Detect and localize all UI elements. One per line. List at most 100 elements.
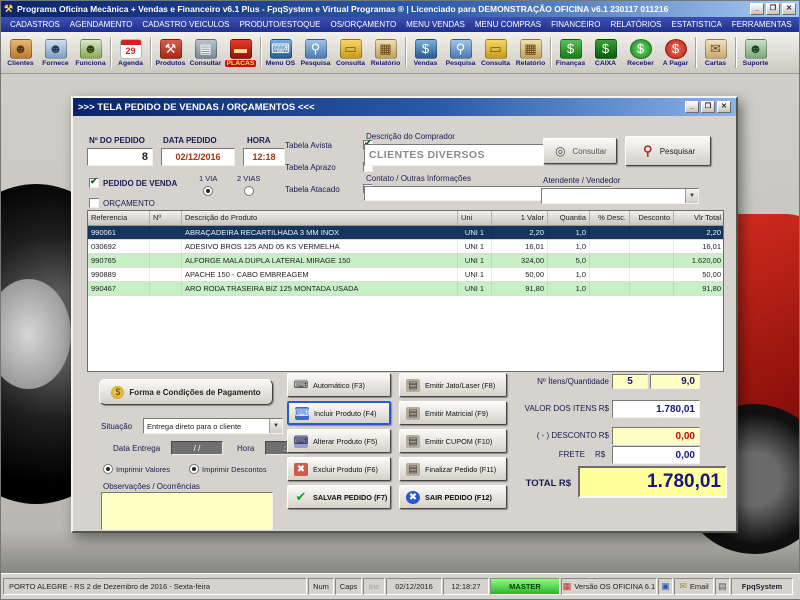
order-time-field[interactable]: 12:18 bbox=[243, 148, 285, 166]
toolbar-button-clientes-0[interactable]: ☻ Clientes bbox=[3, 33, 38, 72]
situacao-dropdown[interactable]: Entrega direto para o cliente ▼ bbox=[143, 418, 283, 434]
grid-column-header-quantia[interactable]: Quantia bbox=[548, 211, 590, 225]
tabela-atacado-checkbox[interactable]: Tabela Atacado bbox=[285, 184, 373, 194]
button-emitir-matricial-f9[interactable]: ▤ Emitir Matricial (F9) bbox=[399, 401, 507, 425]
toolbar-button-a-pagar-18[interactable]: $ A Pagar bbox=[658, 33, 693, 72]
orcamento-checkbox[interactable]: ORÇAMENTO bbox=[89, 198, 155, 208]
button-excluir-produto-f6[interactable]: ✖ Excluir Produto (F6) bbox=[287, 457, 391, 481]
status-monitor-icon: ▣ bbox=[658, 578, 673, 595]
via2-radio[interactable]: 2 VIAS bbox=[237, 174, 260, 196]
maximize-icon[interactable]: ❐ bbox=[701, 101, 715, 113]
toolbar-button-suporte-20[interactable]: ☻ Suporte bbox=[738, 33, 773, 72]
toolbar-button-pesquisa-12[interactable]: ⚲ Pesquisa bbox=[443, 33, 478, 72]
toolbar-button-finan-as-15[interactable]: $ Finanças bbox=[553, 33, 588, 72]
button-emitir-cupom-f10[interactable]: ▤ Emitir CUPOM (F10) bbox=[399, 429, 507, 453]
menu-item-estatistica[interactable]: ESTATISTICA bbox=[666, 20, 726, 29]
pedido-venda-checkbox[interactable]: PEDIDO DE VENDA bbox=[89, 176, 177, 188]
table-row[interactable]: 990765 ALFORGE MALA DUPLA LATERAL MIRAGE … bbox=[88, 254, 723, 268]
toolbar-button-caixa-16[interactable]: $ CAIXA bbox=[588, 33, 623, 72]
observacoes-textarea[interactable] bbox=[101, 492, 273, 530]
menu-item-financeiro[interactable]: FINANCEIRO bbox=[546, 20, 605, 29]
toolbar-button-consulta-13[interactable]: ▭ Consulta bbox=[478, 33, 513, 72]
menu-item-menu-vendas[interactable]: MENU VENDAS bbox=[401, 20, 470, 29]
status-email[interactable]: ✉ Email bbox=[674, 578, 714, 595]
grid-column-header-vlr-total[interactable]: Vlr Total bbox=[674, 211, 723, 225]
order-date-field[interactable]: 02/12/2016 bbox=[161, 148, 235, 166]
grid-column-header-n[interactable]: Nº bbox=[150, 211, 182, 225]
data-entrega-field[interactable]: / / bbox=[171, 441, 223, 455]
cell-pdesc bbox=[590, 268, 630, 281]
menu-item-relat-rios[interactable]: RELATÓRIOS bbox=[605, 20, 666, 29]
order-number-field[interactable]: 8 bbox=[87, 148, 153, 166]
toolbar-button-consulta-9[interactable]: ▭ Consulta bbox=[333, 33, 368, 72]
grid-column-header-desconto[interactable]: Desconto bbox=[630, 211, 674, 225]
menu-item-cadastro-veiculos[interactable]: CADASTRO VEICULOS bbox=[137, 20, 234, 29]
buyer-field[interactable]: CLIENTES DIVERSOS bbox=[364, 144, 544, 166]
toolbar-button-relat-rio-14[interactable]: ▦ Relatório bbox=[513, 33, 548, 72]
background-floor-shadow bbox=[1, 530, 799, 575]
pesquisar-button[interactable]: ⚲ Pesquisar bbox=[625, 136, 711, 166]
frete-label: FRETE bbox=[558, 450, 585, 459]
cell-desc: ABRAÇADEIRA RECARTILHADA 3 MM INOX bbox=[182, 226, 458, 239]
button-salvar-pedido-f7[interactable]: ✔ SALVAR PEDIDO (F7) bbox=[287, 485, 391, 509]
button-autom-tico-f3[interactable]: ⌨ Automático (F3) bbox=[287, 373, 391, 397]
maximize-icon[interactable]: ❐ bbox=[766, 3, 780, 15]
tabela-aprazo-checkbox[interactable]: Tabela Aprazo bbox=[285, 162, 373, 172]
toolbar-button-cartas-19[interactable]: ✉ Cartas bbox=[698, 33, 733, 72]
button-finalizar-pedido-f11[interactable]: ▤ Finalizar Pedido (F11) bbox=[399, 457, 507, 481]
grid-column-header-desc[interactable]: % Desc. bbox=[590, 211, 630, 225]
via2-label: 2 VIAS bbox=[237, 174, 261, 183]
chevron-down-icon[interactable]: ▼ bbox=[685, 189, 698, 203]
close-icon[interactable]: ✕ bbox=[782, 3, 796, 15]
grid-column-header-descri-o-do-produto[interactable]: Descrição do Produto bbox=[182, 211, 458, 225]
tabela-avista-checkbox[interactable]: Tabela Avista bbox=[285, 138, 373, 150]
close-icon[interactable]: ✕ bbox=[717, 101, 731, 113]
table-row[interactable]: 030692 ADESIVO BROS 125 AND 05 KS VERMELH… bbox=[88, 240, 723, 254]
imprimir-descontos-radio[interactable]: Imprimir Descontos bbox=[189, 464, 267, 474]
menu-item-ferramentas[interactable]: FERRAMENTAS bbox=[727, 20, 797, 29]
toolbar-button-consultar-5[interactable]: ▤ Consultar bbox=[188, 33, 223, 72]
toolbar-button-pesquisa-8[interactable]: ⚲ Pesquisa bbox=[298, 33, 333, 72]
grid-column-header-1-valor[interactable]: 1 Valor bbox=[492, 211, 548, 225]
toolbar-button-produtos-4[interactable]: ⚒ Produtos bbox=[153, 33, 188, 72]
toolbar-button-relat-rio-10[interactable]: ▦ Relatório bbox=[368, 33, 403, 72]
quantidade-field: 9,0 bbox=[650, 374, 700, 389]
consultar-button[interactable]: ◎ Consultar bbox=[543, 138, 617, 164]
via1-radio[interactable]: 1 VIA bbox=[199, 174, 217, 196]
toolbar-button-menu-os-7[interactable]: ⌨ Menu OS bbox=[263, 33, 298, 72]
toolbar-button-fornece-1[interactable]: ☻ Fornece bbox=[38, 33, 73, 72]
button-incluir-produto-f4[interactable]: ⌨ Incluir Produto (F4) bbox=[287, 401, 391, 425]
valor-itens-field: 1.780,01 bbox=[612, 400, 700, 418]
desconto-field[interactable]: 0,00 bbox=[612, 427, 700, 445]
button-sair-pedido-f12[interactable]: ✖ SAIR PEDIDO (F12) bbox=[399, 485, 507, 509]
toolbar-button-placas-6[interactable]: ▬ PLACAS bbox=[223, 33, 258, 72]
menu-item-ajuda[interactable]: AJUDA bbox=[797, 20, 800, 29]
table-row[interactable]: 990061 ABRAÇADEIRA RECARTILHADA 3 MM INOX… bbox=[88, 226, 723, 240]
grid-column-header-referencia[interactable]: Referencia bbox=[88, 211, 150, 225]
minimize-icon[interactable]: _ bbox=[750, 3, 764, 15]
table-row[interactable]: 990467 ARO RODA TRASEIRA BIZ 125 MONTADA … bbox=[88, 282, 723, 296]
consultar-button-label: Consultar bbox=[572, 146, 607, 156]
button-emitir-jato-laser-f8[interactable]: ▤ Emitir Jato/Laser (F8) bbox=[399, 373, 507, 397]
grid-column-header-uni[interactable]: Uni bbox=[458, 211, 492, 225]
frete-field[interactable]: 0,00 bbox=[612, 446, 700, 464]
toolbar-button-funciona-2[interactable]: ☻ Funciona bbox=[73, 33, 108, 72]
cell-desc: APACHE 150 - CABO EMBREAGEM bbox=[182, 268, 458, 281]
menu-item-agendamento[interactable]: AGENDAMENTO bbox=[65, 20, 138, 29]
button-label: Alterar Produto (F5) bbox=[313, 436, 378, 446]
imprimir-valores-radio[interactable]: Imprimir Valores bbox=[103, 464, 170, 474]
toolbar-button-receber-17[interactable]: $ Receber bbox=[623, 33, 658, 72]
chevron-down-icon[interactable]: ▼ bbox=[269, 419, 282, 433]
atendente-dropdown[interactable]: ▼ bbox=[541, 188, 699, 204]
menu-item-os-or-amento[interactable]: OS/ORÇAMENTO bbox=[326, 20, 402, 29]
toolbar-button-label: Finanças bbox=[555, 59, 586, 67]
table-row[interactable]: 990889 APACHE 150 - CABO EMBREAGEM UNI 1 50… bbox=[88, 268, 723, 282]
button-alterar-produto-f5[interactable]: ⌨ Alterar Produto (F5) bbox=[287, 429, 391, 453]
payment-conditions-button[interactable]: $ Forma e Condições de Pagamento bbox=[99, 379, 273, 405]
menu-item-produto-estoque[interactable]: PRODUTO/ESTOQUE bbox=[234, 20, 325, 29]
minimize-icon[interactable]: _ bbox=[685, 101, 699, 113]
menu-item-menu-compras[interactable]: MENU COMPRAS bbox=[470, 20, 546, 29]
toolbar-button-vendas-11[interactable]: $ Vendas bbox=[408, 33, 443, 72]
toolbar-button-agenda-3[interactable]: 29 Agenda bbox=[113, 33, 148, 72]
menu-item-cadastros[interactable]: CADASTROS bbox=[5, 20, 65, 29]
